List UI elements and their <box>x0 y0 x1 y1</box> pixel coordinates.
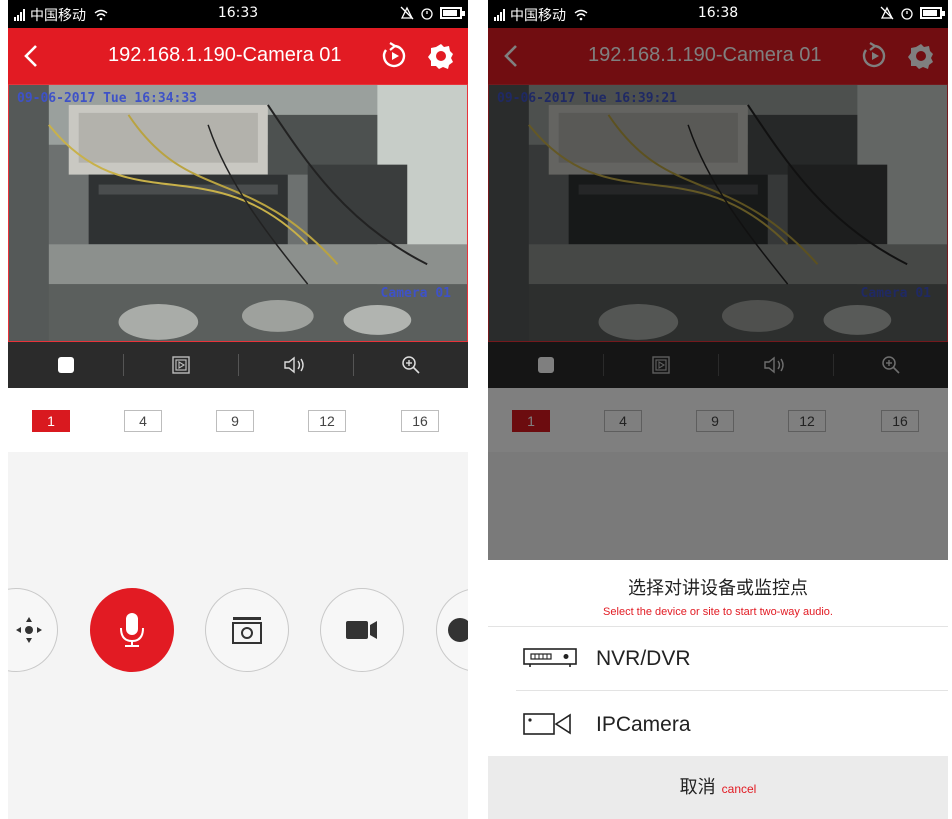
sheet-subtitle: Select the device or site to start two-w… <box>603 606 833 618</box>
cancel-label-zh: 取消 <box>679 777 716 798</box>
record-icon <box>346 621 377 639</box>
status-bar: 中国移动 16:33 <box>8 0 468 28</box>
action-area <box>8 452 468 819</box>
divider <box>488 626 948 627</box>
cancel-button[interactable]: 取消 cancel <box>488 756 948 819</box>
status-time: 16:33 <box>217 5 259 21</box>
snapshot-icon <box>232 617 262 644</box>
zoom-button[interactable] <box>353 342 468 388</box>
video-camera-osd: Camera 01 <box>380 286 451 301</box>
page-title: 192.168.1.190-Camera 01 <box>108 44 342 66</box>
split-9-button[interactable]: 9 <box>216 410 254 432</box>
modal-backdrop[interactable] <box>488 28 948 560</box>
video-frame-image <box>9 85 467 341</box>
stop-icon <box>57 357 74 373</box>
split-12-button[interactable]: 12 <box>308 410 346 432</box>
ptz-button[interactable] <box>8 588 58 672</box>
left-phone-screen: 中国移动 16:33 192.168.1.190-Camera 01 09-06… <box>8 0 468 819</box>
option-nvr-dvr-label: NVR/DVR <box>596 647 691 670</box>
record-button[interactable] <box>320 588 404 672</box>
status-time: 16:38 <box>697 5 739 21</box>
snapshot-button[interactable] <box>205 588 289 672</box>
speaker-icon <box>283 356 304 374</box>
sheet-title: 选择对讲设备或监控点 <box>628 578 808 599</box>
option-nvr-dvr[interactable]: NVR/DVR <box>488 628 948 690</box>
app-header: 192.168.1.190-Camera 01 <box>8 28 468 84</box>
zoom-in-icon <box>401 356 420 374</box>
status-icons <box>400 6 465 20</box>
video-timestamp-osd: 09-06-2017 Tue 16:34:33 <box>17 91 198 106</box>
ip-camera-icon <box>523 713 571 735</box>
split-1-button[interactable]: 1 <box>32 410 70 432</box>
split-screen-selector: 1 4 9 12 16 <box>8 388 468 452</box>
video-control-bar <box>8 342 468 388</box>
nvr-dvr-icon <box>523 648 577 667</box>
right-phone-screen: 中国移动 16:38 192.168.1.190-Camera 01 <box>488 0 948 819</box>
audio-button[interactable] <box>238 342 353 388</box>
settings-icon[interactable] <box>426 41 456 71</box>
cancel-label-en: cancel <box>721 782 757 796</box>
mute-icon <box>880 6 894 20</box>
two-way-audio-button[interactable] <box>90 588 174 672</box>
option-ip-camera[interactable]: IPCamera <box>488 694 948 756</box>
battery-icon <box>920 7 945 19</box>
ptz-icon <box>16 617 43 643</box>
stop-button[interactable] <box>8 342 123 388</box>
mute-icon <box>400 6 414 20</box>
comparison-stage: 中国移动 16:33 192.168.1.190-Camera 01 09-06… <box>0 0 952 819</box>
status-bar: 中国移动 16:38 <box>488 0 948 28</box>
battery-icon <box>440 7 465 19</box>
microphone-icon <box>120 613 144 647</box>
alarm-icon <box>901 8 913 20</box>
playback-icon[interactable] <box>380 42 408 70</box>
back-icon[interactable] <box>18 42 46 70</box>
live-video-view[interactable]: 09-06-2017 Tue 16:34:33 Camera 01 <box>8 84 468 342</box>
pip-button[interactable] <box>123 342 238 388</box>
more-actions-button[interactable] <box>436 588 468 672</box>
talk-device-sheet: 选择对讲设备或监控点 Select the device or site to … <box>488 560 948 819</box>
split-4-button[interactable]: 4 <box>124 410 162 432</box>
more-icon <box>447 618 468 642</box>
option-ip-camera-label: IPCamera <box>596 713 691 736</box>
split-16-button[interactable]: 16 <box>401 410 439 432</box>
picture-in-picture-icon <box>171 356 190 374</box>
alarm-icon <box>421 8 433 20</box>
divider <box>516 690 948 691</box>
status-icons <box>880 6 945 20</box>
